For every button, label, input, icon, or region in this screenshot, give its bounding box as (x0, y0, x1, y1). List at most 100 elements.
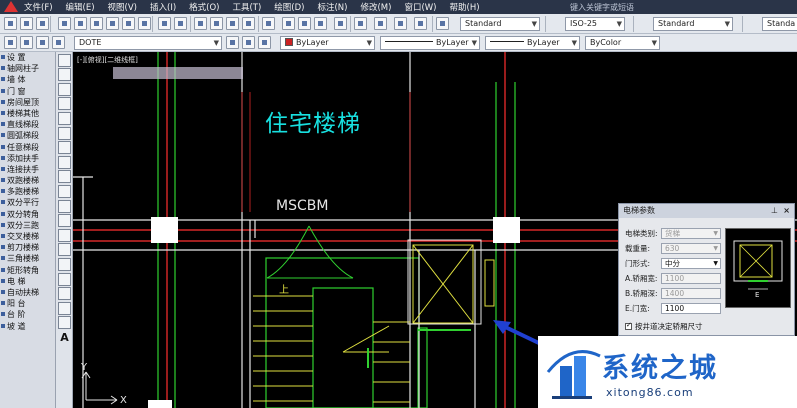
spline-icon[interactable] (58, 170, 71, 184)
screen-menu-item[interactable]: 轴网柱子 (0, 63, 55, 74)
menu-item-0[interactable]: 文件(F) (24, 1, 53, 13)
line-icon[interactable] (58, 53, 71, 67)
screen-menu-item[interactable]: 双跑楼梯 (0, 175, 55, 186)
zoom-window-icon[interactable] (262, 17, 275, 30)
text-style-icon[interactable] (436, 17, 449, 30)
viewport-controls[interactable]: [-][俯视][二维线框] (77, 55, 138, 65)
polyline-icon[interactable] (58, 82, 71, 96)
tool-palettes-icon[interactable] (334, 17, 347, 30)
multileader-style-dropdown[interactable]: Standa (762, 17, 797, 31)
screen-menu-item[interactable]: 电 梯 (0, 276, 55, 287)
chevron-down-icon[interactable]: ▼ (713, 244, 718, 253)
menu-item-1[interactable]: 编辑(E) (66, 1, 95, 13)
undo-icon[interactable] (194, 17, 207, 30)
menu-item-8[interactable]: 修改(M) (360, 1, 391, 13)
parameter-field[interactable]: 630 ▼ (661, 243, 721, 254)
quickcalc-icon[interactable] (394, 17, 407, 30)
menu-item-3[interactable]: 插入(I) (150, 1, 176, 13)
screen-menu-item[interactable]: 楼梯其他 (0, 108, 55, 119)
pan-icon[interactable] (226, 17, 239, 30)
block-editor-icon[interactable] (174, 17, 187, 30)
sheet-set-icon[interactable] (354, 17, 367, 30)
screen-menu-item[interactable]: 三角楼梯 (0, 253, 55, 264)
pin-icon[interactable]: ⊥ (771, 204, 778, 218)
lineweight-dropdown[interactable]: ByLayer ▼ (485, 36, 580, 50)
screen-menu-item[interactable]: 墙 体 (0, 74, 55, 85)
parameter-field[interactable]: 1100 (661, 273, 721, 284)
region-icon[interactable] (58, 287, 71, 301)
menu-item-9[interactable]: 窗口(W) (404, 1, 436, 13)
table-icon[interactable] (58, 301, 71, 315)
paste-icon[interactable] (138, 17, 151, 30)
arc-icon[interactable] (58, 126, 71, 140)
multiline-text-icon[interactable] (58, 316, 71, 330)
zoom-previous-icon[interactable] (282, 17, 295, 30)
screen-menu-item[interactable]: 双分转角 (0, 209, 55, 220)
screen-menu-item[interactable]: 台 阶 (0, 309, 55, 320)
parameter-field[interactable]: 1100 (661, 303, 721, 314)
menu-item-2[interactable]: 视图(V) (108, 1, 137, 13)
screen-menu-item[interactable]: 坡 道 (0, 321, 55, 332)
construction-line-icon[interactable] (58, 68, 71, 82)
preview-icon[interactable] (74, 17, 87, 30)
menu-item-10[interactable]: 帮助(H) (450, 1, 480, 13)
hatch-icon[interactable] (58, 257, 71, 271)
plot-icon[interactable] (58, 17, 71, 30)
search-box-hint[interactable]: 键入关键字或短语 (570, 2, 634, 13)
text-tool-icon[interactable]: A (58, 331, 71, 344)
chevron-down-icon[interactable]: ▼ (713, 229, 718, 238)
text-style-dropdown[interactable]: Standard ▼ (460, 17, 540, 31)
properties-icon[interactable] (298, 17, 311, 30)
circle-icon[interactable] (58, 141, 71, 155)
cut-icon[interactable] (106, 17, 119, 30)
screen-menu-item[interactable]: 直线梯段 (0, 119, 55, 130)
layer-dropdown[interactable]: DOTE ▼ (74, 36, 222, 50)
screen-menu-item[interactable]: 阳 台 (0, 298, 55, 309)
revision-cloud-icon[interactable] (58, 155, 71, 169)
screen-menu-item[interactable]: 门 窗 (0, 86, 55, 97)
zoom-realtime-icon[interactable] (242, 17, 255, 30)
redo-icon[interactable] (210, 17, 223, 30)
screen-menu-item[interactable]: 交叉楼梯 (0, 231, 55, 242)
screen-menu-item[interactable]: 连接扶手 (0, 164, 55, 175)
gradient-icon[interactable] (58, 272, 71, 286)
menu-item-6[interactable]: 绘图(D) (274, 1, 304, 13)
layer-lock-icon[interactable] (52, 36, 65, 49)
checkbox-box[interactable] (625, 321, 632, 330)
layer-on-icon[interactable] (20, 36, 33, 49)
copy-icon[interactable] (122, 17, 135, 30)
parameter-field[interactable]: 货梯 ▼ (661, 228, 721, 239)
menu-item-5[interactable]: 工具(T) (232, 1, 261, 13)
menu-item-7[interactable]: 标注(N) (317, 1, 347, 13)
screen-menu-item[interactable]: 剪刀楼梯 (0, 242, 55, 253)
menu-item-4[interactable]: 格式(O) (189, 1, 219, 13)
screen-menu-item[interactable]: 双分三跑 (0, 220, 55, 231)
screen-menu-item[interactable]: 双分平行 (0, 197, 55, 208)
markup-icon[interactable] (374, 17, 387, 30)
ellipse-arc-icon[interactable] (58, 199, 71, 213)
chevron-down-icon[interactable]: ▼ (713, 259, 718, 268)
rectangle-icon[interactable] (58, 111, 71, 125)
color-dropdown[interactable]: ByLayer ▼ (280, 36, 375, 50)
screen-menu-item[interactable]: 圆弧梯段 (0, 130, 55, 141)
screen-menu-item[interactable]: 任意梯段 (0, 142, 55, 153)
layer-previous-icon[interactable] (242, 36, 255, 49)
screen-menu-item[interactable]: 自动扶梯 (0, 287, 55, 298)
make-current-icon[interactable] (226, 36, 239, 49)
make-block-icon[interactable] (58, 228, 71, 242)
open-icon[interactable] (20, 17, 33, 30)
table-style-dropdown[interactable]: Standard ▼ (653, 17, 733, 31)
screen-menu-item[interactable]: 添加扶手 (0, 153, 55, 164)
insert-block-icon[interactable] (58, 214, 71, 228)
panel-title-bar[interactable]: 电梯参数 ⊥ × (619, 204, 794, 218)
match-properties-icon[interactable] (158, 17, 171, 30)
layer-freeze-icon[interactable] (36, 36, 49, 49)
polygon-icon[interactable] (58, 97, 71, 111)
linetype-dropdown[interactable]: ByLayer ▼ (380, 36, 480, 50)
ellipse-icon[interactable] (58, 184, 71, 198)
publish-icon[interactable] (90, 17, 103, 30)
parameter-field[interactable]: 1400 (661, 288, 721, 299)
plot-style-dropdown[interactable]: ByColor ▼ (585, 36, 660, 50)
close-icon[interactable]: × (783, 204, 790, 218)
design-center-icon[interactable] (314, 17, 327, 30)
